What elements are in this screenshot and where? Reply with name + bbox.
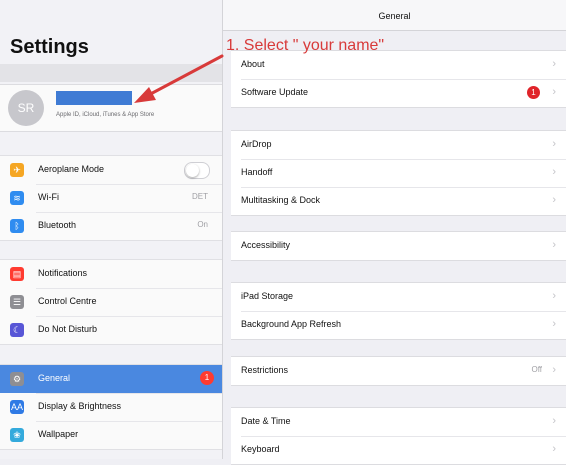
annotation-arrow	[134, 54, 224, 103]
